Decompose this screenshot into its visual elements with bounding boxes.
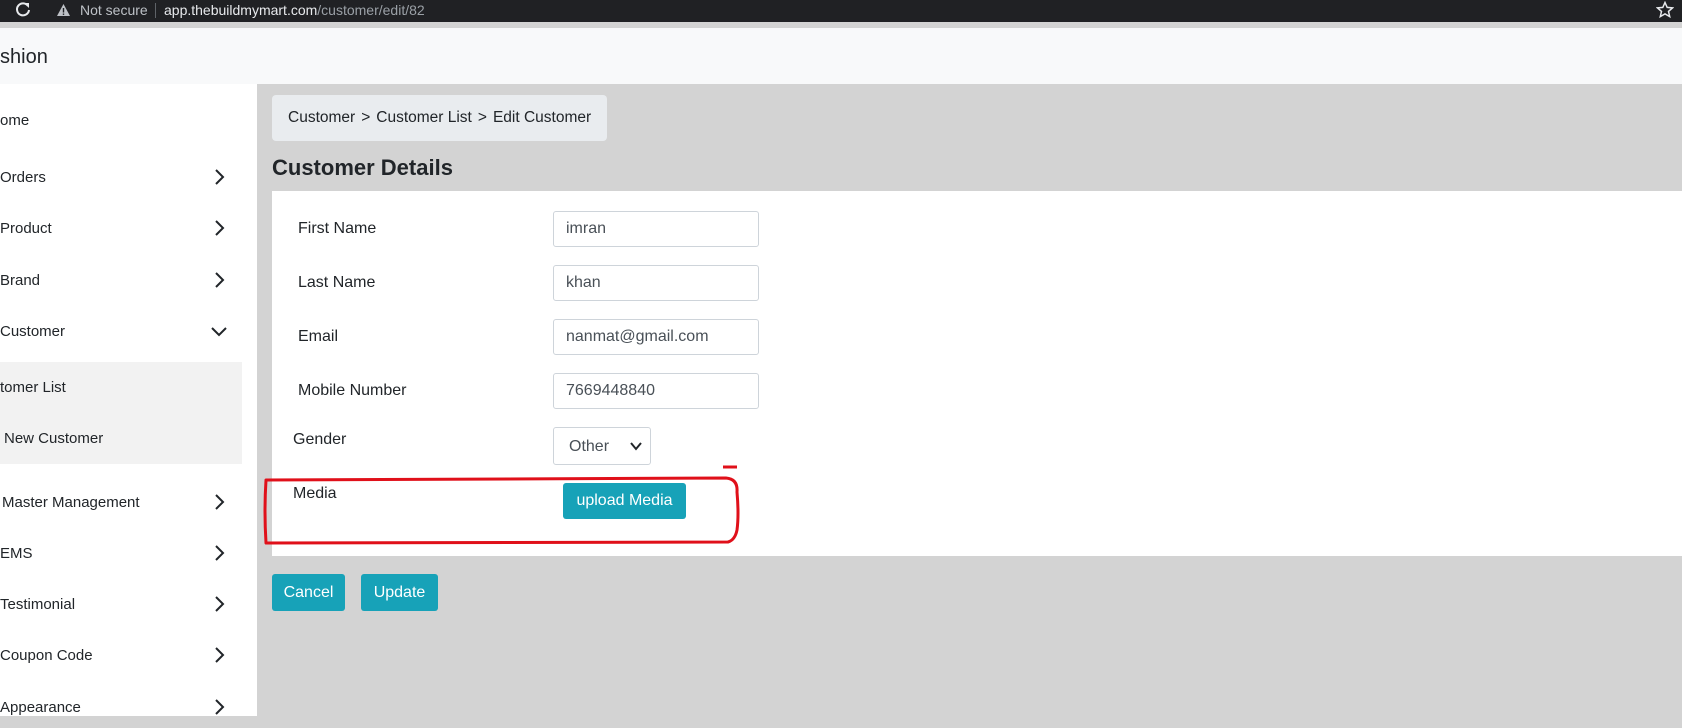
chevron-down-icon [211, 327, 227, 337]
submenu-item-customer-list[interactable]: tomer List [0, 368, 242, 408]
sidebar-item-cms[interactable]: EMS [0, 534, 242, 574]
breadcrumb-separator: > [477, 109, 487, 126]
breadcrumb: Customer > Customer List > Edit Customer [272, 95, 608, 141]
security-label[interactable]: Not secure [80, 2, 148, 18]
chevron-right-icon [215, 272, 225, 288]
sidebar-item-label: Orders [0, 169, 46, 186]
media-label: Media [293, 485, 337, 502]
customer-form-card: First Name Last Name Email Mobile Number… [272, 191, 1682, 556]
cancel-button[interactable]: Cancel [272, 574, 345, 611]
chevron-right-icon [215, 169, 225, 185]
brand-name[interactable]: shion [0, 46, 48, 69]
sidebar-item-master-management[interactable]: Master Management [0, 483, 242, 523]
chevron-right-icon [215, 494, 225, 510]
sidebar-item-coupon-code[interactable]: Coupon Code [0, 636, 242, 676]
chevron-down-icon [630, 442, 642, 451]
breadcrumb-edit-customer: Edit Customer [492, 109, 592, 126]
last-name-label: Last Name [298, 274, 376, 291]
gender-label: Gender [293, 431, 347, 448]
sidebar-item-label: Coupon Code [0, 647, 93, 664]
first-name-input[interactable] [553, 211, 759, 247]
email-label: Email [298, 328, 339, 345]
sidebar-item-label: Customer [0, 323, 66, 340]
browser-address-bar: Not secure app.thebuildmymart.com/custom… [0, 0, 1682, 22]
breadcrumb-customer-list[interactable]: Customer List [376, 109, 472, 127]
submenu-item-label: New Customer [4, 430, 104, 447]
last-name-input[interactable] [553, 265, 759, 301]
sidebar-item-label: Product [0, 220, 52, 237]
submenu-item-label: tomer List [0, 379, 66, 396]
sidebar-item-product[interactable]: Product [0, 209, 242, 249]
breadcrumb-customer[interactable]: Customer [288, 109, 355, 127]
chevron-right-icon [215, 596, 225, 612]
sidebar-item-home[interactable]: ome [0, 101, 242, 141]
mobile-number-input[interactable] [553, 373, 759, 409]
sidebar-item-customer[interactable]: Customer [0, 312, 242, 352]
warning-icon[interactable] [56, 3, 71, 17]
mobile-number-label: Mobile Number [298, 382, 407, 399]
chevron-right-icon [215, 220, 225, 236]
gender-selected-value: Other [569, 438, 610, 455]
sidebar-item-label: Testimonial [0, 596, 76, 613]
url-path: /customer/edit/82 [317, 2, 425, 18]
submenu-item-new-customer[interactable]: New Customer [0, 419, 242, 459]
url-host: app.thebuildmymart.com [164, 2, 318, 18]
email-input[interactable] [553, 319, 759, 355]
chevron-right-icon [215, 699, 225, 715]
sidebar-item-brand[interactable]: Brand [0, 261, 242, 301]
reload-icon[interactable] [14, 1, 32, 19]
customer-submenu: tomer List New Customer [0, 362, 242, 464]
sidebar-item-appearance[interactable]: Appearance [0, 688, 242, 728]
address-separator [155, 3, 156, 18]
url-field[interactable]: app.thebuildmymart.com/customer/edit/82 [164, 2, 425, 18]
breadcrumb-separator: > [361, 109, 371, 126]
upload-media-button[interactable]: upload Media [563, 483, 686, 519]
sidebar-item-label: EMS [0, 545, 33, 562]
app-header: shion [0, 28, 1682, 84]
gender-select[interactable]: Other [553, 427, 651, 465]
sidebar: ome Orders Product Brand Customer tomer … [0, 84, 257, 716]
page-title: Customer Details [272, 155, 453, 180]
chevron-right-icon [215, 647, 225, 663]
chevron-right-icon [215, 545, 225, 561]
update-button[interactable]: Update [361, 574, 438, 611]
bookmark-star-icon[interactable] [1656, 1, 1674, 19]
first-name-label: First Name [298, 220, 377, 237]
sidebar-item-label: Appearance [0, 699, 81, 716]
sidebar-item-label: Brand [0, 272, 41, 289]
sidebar-item-testimonial[interactable]: Testimonial [0, 585, 242, 625]
sidebar-item-label: ome [0, 112, 30, 129]
sidebar-item-label: Master Management [2, 494, 140, 511]
sidebar-item-orders[interactable]: Orders [0, 158, 242, 198]
